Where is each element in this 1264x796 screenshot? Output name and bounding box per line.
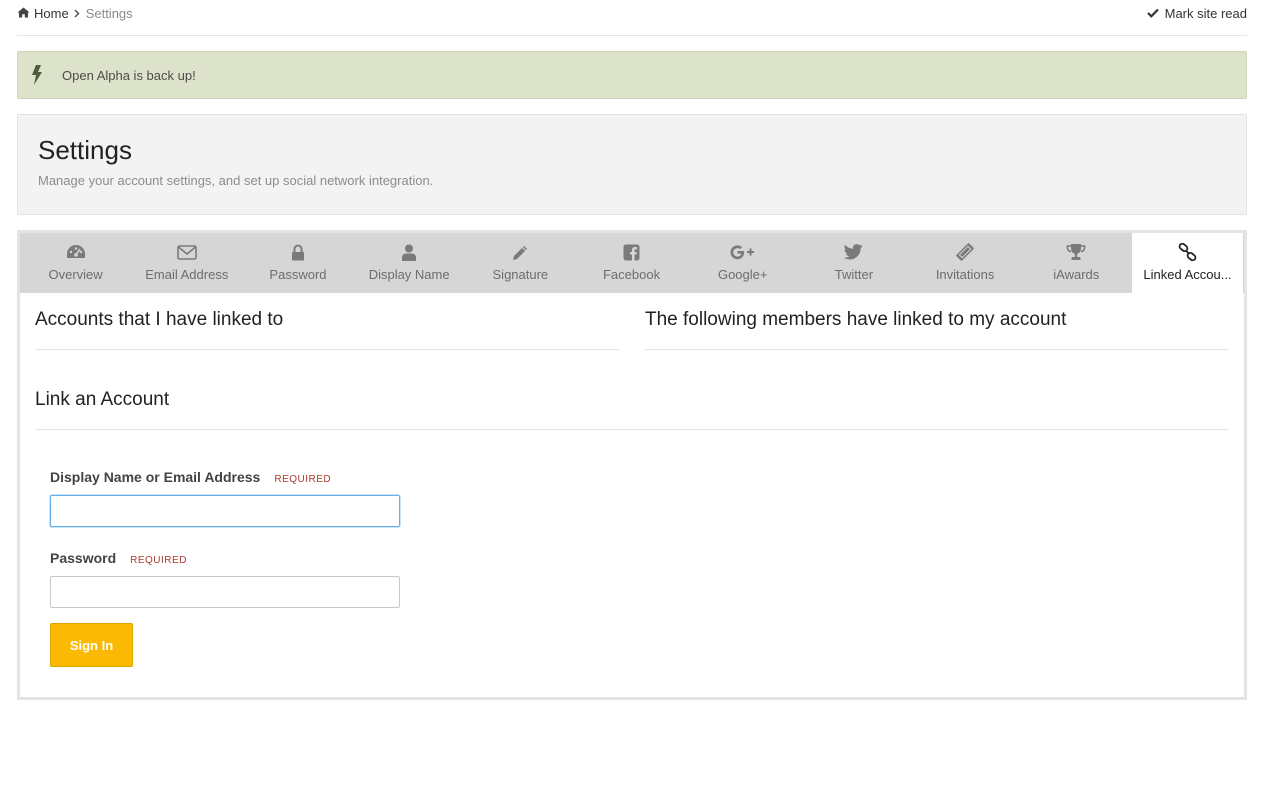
- ticket-icon: [955, 241, 975, 263]
- password-input[interactable]: [50, 576, 400, 608]
- tab-facebook[interactable]: Facebook: [576, 233, 687, 293]
- tab-label: Overview: [48, 267, 103, 282]
- settings-tabs: Overview Email Address Password Display …: [20, 233, 1244, 293]
- password-field-label: Password REQUIRED: [50, 550, 187, 566]
- tab-iawards[interactable]: iAwards: [1021, 233, 1132, 293]
- dashboard-icon: [66, 241, 86, 263]
- trophy-icon: [1066, 241, 1086, 263]
- tab-label: Linked Accou...: [1143, 267, 1232, 282]
- display-name-or-email-input[interactable]: [50, 495, 400, 527]
- chevron-right-icon: [74, 7, 80, 21]
- accounts-linked-by-me-heading: Accounts that I have linked to: [35, 309, 284, 330]
- top-bar: Home Settings Mark site read: [17, 0, 1247, 36]
- required-tag: REQUIRED: [274, 474, 332, 485]
- page-header: Settings Manage your account settings, a…: [17, 114, 1247, 215]
- tab-email-address[interactable]: Email Address: [131, 233, 242, 293]
- breadcrumb: Home Settings: [17, 6, 133, 21]
- breadcrumb-home-label: Home: [34, 6, 69, 21]
- tab-label: Signature: [492, 267, 549, 282]
- tab-label: Google+: [717, 267, 768, 282]
- user-icon: [401, 241, 417, 263]
- tab-label: Twitter: [834, 267, 874, 282]
- announcement-message: Open Alpha is back up!: [62, 67, 196, 83]
- password-label-text: Password: [50, 550, 117, 566]
- tab-signature[interactable]: Signature: [465, 233, 576, 293]
- tab-label: Display Name: [368, 267, 450, 282]
- breadcrumb-current: Settings: [85, 6, 133, 21]
- identity-field-label: Display Name or Email Address REQUIRED: [50, 469, 331, 485]
- tab-display-name[interactable]: Display Name: [354, 233, 465, 293]
- tab-label: Facebook: [602, 267, 661, 282]
- divider: [645, 349, 1229, 350]
- bolt-icon: [31, 65, 45, 85]
- check-icon: [1146, 6, 1159, 21]
- tab-invitations[interactable]: Invitations: [910, 233, 1021, 293]
- tab-google-plus[interactable]: Google+: [687, 233, 798, 293]
- pencil-icon: [512, 241, 529, 263]
- divider: [35, 349, 619, 350]
- tab-password[interactable]: Password: [242, 233, 353, 293]
- home-icon: [17, 6, 30, 21]
- tab-label: Invitations: [935, 267, 995, 282]
- mark-site-read-label: Mark site read: [1164, 6, 1247, 21]
- link-account-heading: Link an Account: [35, 389, 170, 410]
- link-icon: [1178, 241, 1197, 263]
- members-linked-to-me-heading: The following members have linked to my …: [645, 309, 1067, 330]
- identity-label-text: Display Name or Email Address: [50, 469, 261, 485]
- page-title: Settings: [38, 135, 132, 165]
- announcement-banner: Open Alpha is back up!: [17, 51, 1247, 99]
- tab-linked-accounts[interactable]: Linked Accou...: [1131, 233, 1244, 293]
- required-tag: REQUIRED: [130, 555, 187, 566]
- facebook-icon: [623, 241, 640, 263]
- google-plus-icon: [729, 241, 757, 263]
- breadcrumb-home-link[interactable]: Home: [17, 6, 69, 21]
- mark-site-read-link[interactable]: Mark site read: [1146, 6, 1247, 21]
- twitter-icon: [844, 241, 864, 263]
- divider: [35, 429, 1229, 430]
- tab-label: iAwards: [1053, 267, 1100, 282]
- tab-overview[interactable]: Overview: [20, 233, 131, 293]
- lock-icon: [291, 241, 305, 263]
- envelope-icon: [176, 241, 197, 263]
- tab-label: Email Address: [145, 267, 229, 282]
- tab-label: Password: [269, 267, 327, 282]
- settings-panel: Overview Email Address Password Display …: [17, 230, 1247, 700]
- page-description: Manage your account settings, and set up…: [38, 173, 434, 188]
- tab-twitter[interactable]: Twitter: [798, 233, 909, 293]
- sign-in-button[interactable]: Sign In: [50, 623, 133, 667]
